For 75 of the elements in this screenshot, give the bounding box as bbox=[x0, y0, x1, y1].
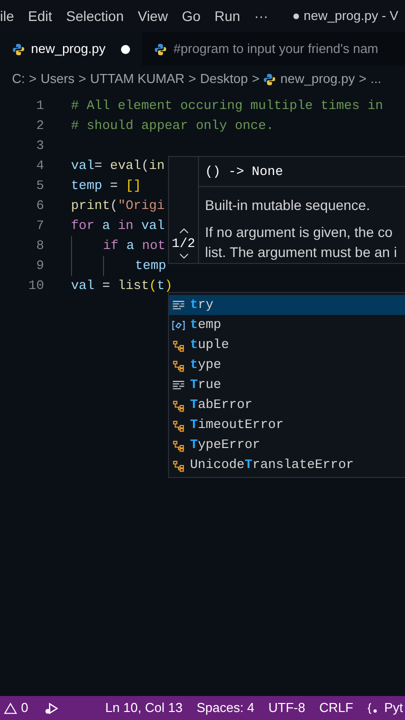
menu-item[interactable]: Go bbox=[182, 6, 201, 26]
breadcrumb-separator: > bbox=[252, 70, 260, 88]
code-line: # All element occuring multiple times in bbox=[71, 97, 384, 116]
python-icon bbox=[263, 72, 276, 86]
class-icon bbox=[171, 358, 186, 372]
code-line: val= eval(in bbox=[71, 157, 165, 176]
window-title: ● new_prog.py - V bbox=[292, 7, 398, 26]
status-item[interactable]: Ln 10, Col 13 bbox=[105, 698, 183, 718]
suggestion-item[interactable]: temp bbox=[169, 315, 405, 335]
breadcrumb-item[interactable]: Users bbox=[40, 69, 75, 89]
warning-icon bbox=[4, 702, 17, 714]
suggestion-item[interactable]: True bbox=[169, 375, 405, 395]
code-line: temp = [] bbox=[71, 177, 142, 196]
breadcrumb-separator: > bbox=[78, 70, 86, 88]
line-number: 5 bbox=[35, 177, 44, 196]
breadcrumb-item[interactable]: new_prog.py bbox=[280, 69, 355, 89]
keyword-icon bbox=[171, 378, 186, 392]
line-number: 8 bbox=[35, 237, 44, 256]
breadcrumb-item[interactable]: ... bbox=[370, 69, 382, 89]
chevron-down-icon[interactable] bbox=[178, 253, 188, 259]
status-item[interactable]: Spaces: 4 bbox=[196, 698, 254, 718]
line-number: 10 bbox=[27, 277, 44, 296]
breadcrumb-separator: > bbox=[29, 70, 37, 88]
python-icon bbox=[154, 42, 168, 56]
line-number: 7 bbox=[35, 217, 44, 236]
warning-count[interactable]: 0 bbox=[21, 698, 28, 718]
class-icon bbox=[171, 338, 186, 352]
menu-item[interactable]: View bbox=[138, 6, 168, 26]
suggestion-item[interactable]: TimeoutError bbox=[169, 415, 405, 435]
hover-text: If no argument is given, the co bbox=[205, 223, 394, 242]
code-line: print("Origi bbox=[71, 197, 165, 216]
breadcrumb-separator: > bbox=[188, 70, 196, 88]
status-item[interactable]: CRLF bbox=[319, 698, 354, 718]
variable-icon bbox=[171, 318, 186, 332]
menu-item[interactable]: ile bbox=[0, 6, 14, 26]
code-line: for a in val bbox=[71, 217, 165, 236]
line-number: 4 bbox=[35, 157, 44, 176]
status-item[interactable]: UTF-8 bbox=[268, 698, 306, 718]
class-icon bbox=[171, 418, 186, 432]
suggestion-item[interactable]: TypeError bbox=[169, 435, 405, 455]
breadcrumb-item[interactable]: C: bbox=[12, 69, 25, 89]
class-icon bbox=[171, 398, 186, 412]
debug-icon[interactable] bbox=[44, 700, 60, 716]
chevron-up-icon[interactable] bbox=[178, 228, 188, 234]
class-icon bbox=[171, 438, 186, 452]
breadcrumb-item[interactable]: UTTAM KUMAR bbox=[90, 69, 185, 89]
line-number: 3 bbox=[35, 137, 44, 156]
breadcrumb-item[interactable]: Desktop bbox=[200, 69, 248, 89]
code-line: # should appear only once. bbox=[71, 117, 274, 136]
line-number: 6 bbox=[35, 197, 44, 216]
menu-item[interactable]: Run bbox=[214, 6, 240, 26]
menu-item[interactable]: Edit bbox=[28, 6, 52, 26]
hover-summary: Built-in mutable sequence. bbox=[204, 196, 371, 215]
suggestion-item[interactable]: tuple bbox=[169, 335, 405, 355]
breadcrumb-separator: > bbox=[358, 70, 366, 88]
suggestion-item[interactable]: type bbox=[169, 355, 405, 375]
code-line: if a not bbox=[103, 237, 166, 256]
signature-text: () -> None bbox=[199, 157, 405, 187]
class-icon bbox=[171, 458, 186, 472]
python-icon bbox=[12, 42, 25, 56]
menu-item[interactable]: ··· bbox=[254, 6, 268, 26]
line-number: 1 bbox=[35, 97, 44, 116]
overload-counter: 1/2 bbox=[172, 234, 196, 252]
language-mode[interactable]: Pyt bbox=[367, 698, 403, 718]
code-line: temp bbox=[135, 257, 166, 276]
line-number: 2 bbox=[35, 117, 44, 136]
hover-text: list. The argument must be an i bbox=[205, 243, 398, 262]
suggestion-item[interactable]: UnicodeTranslateError bbox=[169, 455, 405, 475]
suggestion-item[interactable]: t ry bbox=[169, 295, 405, 315]
menu-item[interactable]: Selection bbox=[66, 6, 124, 26]
line-number: 9 bbox=[35, 257, 44, 276]
suggestion-item[interactable]: TabError bbox=[169, 395, 405, 415]
editor-tab[interactable]: new_prog.py bbox=[0, 32, 142, 66]
code-line: val = list(t) bbox=[71, 277, 172, 296]
keyword-icon bbox=[171, 298, 186, 312]
